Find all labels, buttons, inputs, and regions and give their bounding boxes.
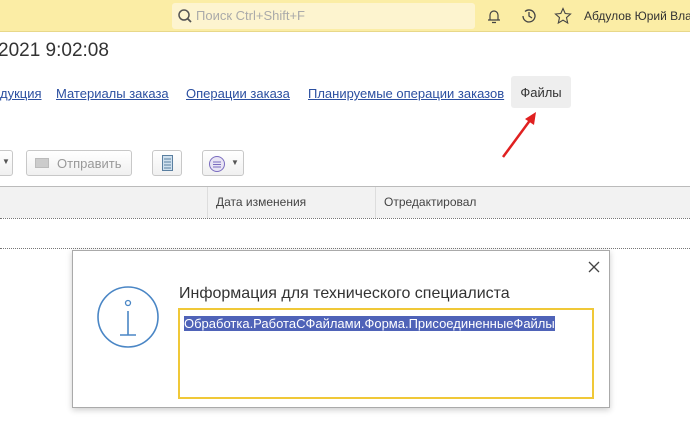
circle-menu-icon: [209, 156, 225, 172]
list-icon: [162, 155, 173, 171]
table-header: Дата изменения Отредактировал: [0, 186, 690, 219]
list-view-button[interactable]: [152, 150, 182, 176]
tab-order-operations[interactable]: Операции заказа: [186, 86, 290, 101]
info-dialog: Информация для технического специалиста …: [72, 250, 610, 408]
close-icon[interactable]: [588, 261, 600, 273]
annotation-arrow-icon: [501, 112, 536, 158]
tab-files[interactable]: Файлы: [511, 76, 571, 108]
history-icon[interactable]: [520, 7, 538, 25]
bell-icon[interactable]: [486, 7, 502, 25]
user-name[interactable]: Абдулов Юрий Влад: [584, 9, 690, 23]
star-icon[interactable]: [554, 7, 572, 25]
info-icon: [97, 286, 159, 348]
chevron-down-icon: ▼: [231, 158, 239, 167]
column-modified-date[interactable]: Дата изменения: [216, 195, 306, 209]
table-row-separator: [0, 248, 690, 249]
more-actions-button[interactable]: ▼: [202, 150, 244, 176]
tab-order-materials[interactable]: Материалы заказа: [56, 86, 169, 101]
dialog-title: Информация для технического специалиста: [179, 285, 510, 302]
envelope-icon: [35, 158, 49, 168]
info-text: Обработка.РаботаСФайлами.Форма.Присоедин…: [184, 316, 555, 331]
column-edited-by[interactable]: Отредактировал: [384, 195, 476, 209]
send-label: Отправить: [57, 156, 122, 171]
page-title: 2021 9:02:08: [0, 40, 109, 61]
info-text-field[interactable]: Обработка.РаботаСФайлами.Форма.Присоедин…: [178, 308, 594, 399]
tab-production[interactable]: дукция: [0, 86, 42, 101]
search-placeholder: Поиск Ctrl+Shift+F: [196, 8, 305, 23]
dropdown-button[interactable]: ▼: [0, 150, 13, 176]
search-input[interactable]: Поиск Ctrl+Shift+F: [172, 3, 475, 29]
send-button[interactable]: Отправить: [26, 150, 132, 176]
search-icon: [178, 9, 192, 23]
tab-planned-operations[interactable]: Планируемые операции заказов: [308, 86, 504, 101]
top-bar: Поиск Ctrl+Shift+F Абдулов Юрий Влад: [0, 0, 690, 32]
table-row-separator: [0, 218, 690, 219]
